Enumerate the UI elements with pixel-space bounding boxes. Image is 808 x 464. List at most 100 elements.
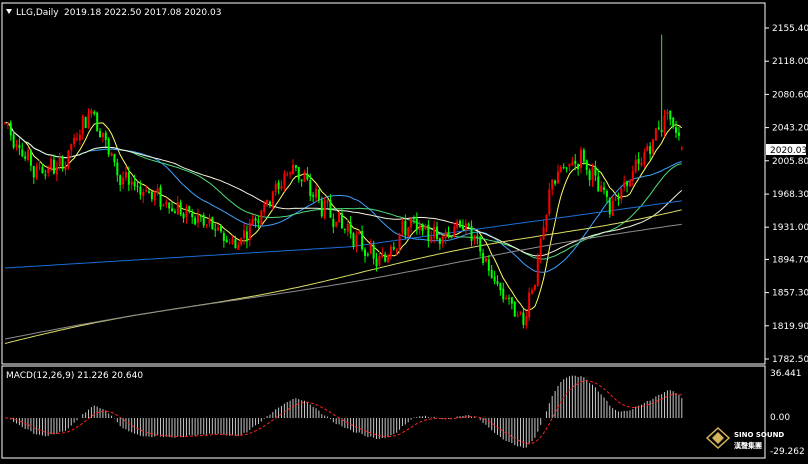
candle-body <box>188 206 191 212</box>
price-tick-label: 2155.40 <box>772 24 808 34</box>
candle-body <box>378 255 381 265</box>
candle-body <box>531 290 534 294</box>
candle-body <box>208 217 211 224</box>
candle-body <box>87 114 90 128</box>
candle-body <box>600 185 603 192</box>
candle-body <box>38 165 41 167</box>
candle-body <box>136 185 139 187</box>
candle-body <box>597 176 600 192</box>
candle-body <box>84 117 87 128</box>
candle-body <box>234 239 237 249</box>
candle-body <box>456 221 459 228</box>
candle-body <box>4 122 6 124</box>
candle-body <box>171 208 174 212</box>
candle-body <box>27 150 30 161</box>
candle-body <box>398 233 401 250</box>
candle-body <box>660 129 663 132</box>
candle-body <box>605 191 608 197</box>
candle-body <box>412 217 415 220</box>
candle-body <box>338 212 341 223</box>
candle-body <box>620 188 623 200</box>
candle-body <box>32 166 35 178</box>
candle-body <box>217 227 220 231</box>
candle-body <box>484 258 487 262</box>
candle-body <box>303 175 306 182</box>
candle-body <box>542 226 545 240</box>
candle-body <box>222 233 225 241</box>
macd-tick-zero: 0.00 <box>770 413 790 423</box>
candle-body <box>93 111 96 114</box>
candle-body <box>461 225 464 230</box>
candle-body <box>257 220 260 224</box>
candle-body <box>433 226 436 238</box>
candle-body <box>182 213 185 219</box>
candle-body <box>90 110 93 115</box>
candle-body <box>185 207 188 217</box>
candle-body <box>574 160 577 164</box>
candle-body <box>617 197 620 200</box>
candle-body <box>179 202 182 215</box>
candle-body <box>473 235 476 240</box>
candle-body <box>251 218 254 225</box>
candle-body <box>525 316 528 326</box>
candle-body <box>280 185 283 189</box>
candle-body <box>326 200 329 203</box>
candle-body <box>516 314 519 316</box>
candle-body <box>50 158 53 169</box>
price-tick-label: 2005.80 <box>772 157 808 167</box>
candle-body <box>657 127 660 130</box>
candle-body <box>623 182 626 188</box>
price-tick-label: 1857.30 <box>772 289 808 299</box>
candle-body <box>289 172 292 174</box>
candle-body <box>64 166 67 171</box>
candle-body <box>441 236 444 244</box>
candle-body <box>611 201 614 216</box>
candle-body <box>352 233 355 247</box>
candle-body <box>159 187 162 208</box>
candle-body <box>150 191 153 200</box>
candle-body <box>384 254 387 262</box>
candle-body <box>110 152 113 156</box>
candle-body <box>133 181 136 187</box>
candle-body <box>194 217 197 225</box>
candle-body <box>562 166 565 169</box>
candle-body <box>438 238 441 245</box>
candle-body <box>240 237 243 245</box>
candle-body <box>666 112 669 114</box>
candle-body <box>266 200 269 205</box>
candle-body <box>654 128 657 141</box>
candle-body <box>467 223 470 227</box>
candle-body <box>430 236 433 243</box>
macd-label: MACD(12,26,9) 21.226 20.640 <box>6 371 143 381</box>
candle-body <box>663 115 666 133</box>
candle-body <box>122 177 125 185</box>
candle-body <box>248 222 251 241</box>
price-tick-label: 1894.70 <box>772 255 808 265</box>
candle-body <box>47 168 50 174</box>
candle-body <box>294 165 297 168</box>
candle-body <box>124 172 127 178</box>
candle-body <box>447 231 450 237</box>
logo-text-en: SINO SOUND <box>734 431 784 439</box>
candle-body <box>502 288 505 300</box>
candle-body <box>594 166 597 176</box>
candle-body <box>231 239 234 244</box>
ohlc-values: 2019.18 2022.50 2017.08 2020.03 <box>64 8 221 18</box>
candle-body <box>358 231 361 234</box>
candle-body <box>119 175 122 186</box>
candle-body <box>196 214 199 223</box>
candle-body <box>116 162 119 176</box>
candle-body <box>490 269 493 278</box>
candle-body <box>165 201 168 205</box>
candle-body <box>571 161 574 165</box>
candle-body <box>631 171 634 182</box>
candle-body <box>640 162 643 166</box>
price-chart-svg: LLG,Daily 2019.18 2022.50 2017.08 2020.0… <box>0 0 808 460</box>
candle-body <box>554 180 557 184</box>
candle-body <box>205 224 208 226</box>
candle-body <box>476 236 479 238</box>
candle-body <box>271 191 274 208</box>
candle-body <box>6 122 9 124</box>
candle-body <box>268 201 271 206</box>
candle-body <box>585 160 588 170</box>
